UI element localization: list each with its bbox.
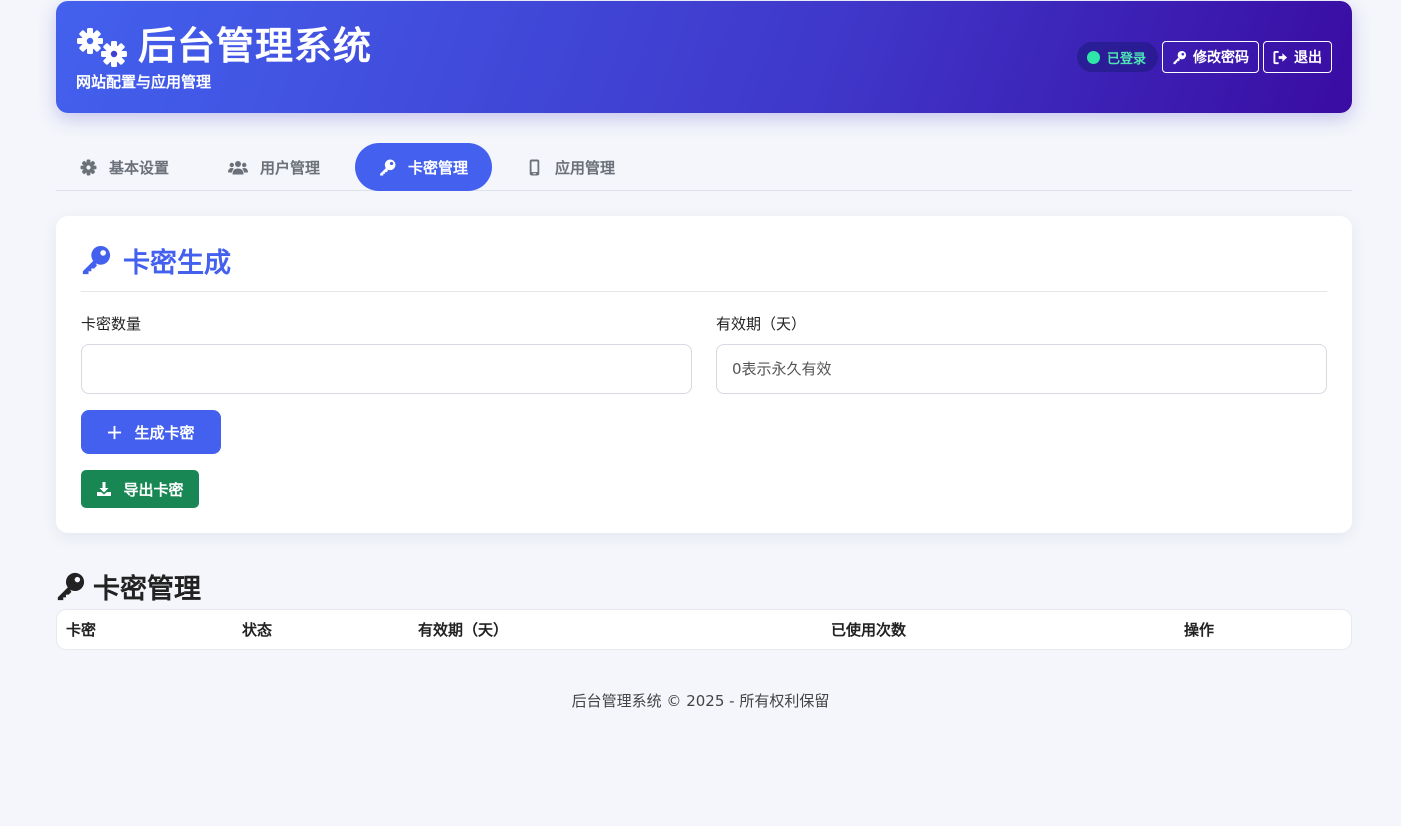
app-title: 后台管理系统 xyxy=(138,24,373,68)
column-header-card-key: 卡密 xyxy=(66,621,97,639)
gears-icon xyxy=(77,28,127,67)
logout-label: 退出 xyxy=(1294,50,1322,66)
column-header-actions: 操作 xyxy=(1184,621,1215,639)
header-actions: 已登录 修改密码 退出 xyxy=(1076,41,1332,73)
key-icon xyxy=(380,159,396,175)
users-icon xyxy=(228,160,248,174)
tab-app-management[interactable]: 应用管理 xyxy=(526,143,615,191)
key-icon xyxy=(82,245,111,275)
key-icon xyxy=(57,572,85,600)
card-keys-table: 卡密 状态 有效期（天） 已使用次数 操作 xyxy=(56,609,1352,650)
panel-title-text: 卡密生成 xyxy=(123,247,231,279)
divider xyxy=(81,291,1327,292)
footer-text: 后台管理系统 © 2025 - 所有权利保留 xyxy=(571,692,830,710)
change-password-button[interactable]: 修改密码 xyxy=(1162,41,1259,73)
generate-card-keys-button[interactable]: 生成卡密 xyxy=(81,410,221,454)
quantity-input[interactable] xyxy=(81,344,692,394)
download-icon xyxy=(97,482,112,496)
column-header-usage-count: 已使用次数 xyxy=(831,621,907,639)
panel-title: 卡密生成 xyxy=(81,240,231,280)
validity-days-input[interactable] xyxy=(716,344,1327,394)
sign-out-icon xyxy=(1273,50,1288,64)
plus-icon xyxy=(108,425,122,439)
tab-card-key-management[interactable]: 卡密管理 xyxy=(355,143,493,191)
tab-label: 基本设置 xyxy=(109,158,170,177)
quantity-label: 卡密数量 xyxy=(81,315,142,333)
mobile-icon xyxy=(529,159,540,175)
login-status-badge: 已登录 xyxy=(1076,42,1158,72)
section-title-text: 卡密管理 xyxy=(93,573,201,605)
login-status-text: 已登录 xyxy=(1106,51,1146,67)
change-password-label: 修改密码 xyxy=(1193,50,1249,66)
export-card-keys-button[interactable]: 导出卡密 xyxy=(81,470,199,508)
key-icon xyxy=(1173,50,1187,64)
validity-label: 有效期（天） xyxy=(716,315,807,333)
app-header: 后台管理系统 网站配置与应用管理 已登录 修改密码 退出 xyxy=(56,1,1352,113)
page: 后台管理系统 网站配置与应用管理 已登录 修改密码 退出 基本设置 用户管理 卡… xyxy=(0,0,1401,826)
card-key-generation-panel: 卡密生成 卡密数量 有效期（天） 生成卡密 导出卡密 xyxy=(56,216,1352,533)
status-dot-icon xyxy=(1086,50,1100,64)
column-header-status: 状态 xyxy=(242,621,273,639)
tab-label: 应用管理 xyxy=(555,158,616,177)
tab-user-management[interactable]: 用户管理 xyxy=(228,143,320,191)
column-header-validity: 有效期（天） xyxy=(418,621,509,639)
app-subtitle: 网站配置与应用管理 xyxy=(76,73,212,91)
tab-basic-settings[interactable]: 基本设置 xyxy=(80,143,169,191)
section-title: 卡密管理 xyxy=(56,566,201,606)
nav-tabs: 基本设置 用户管理 卡密管理 应用管理 xyxy=(56,143,1352,191)
tab-label: 用户管理 xyxy=(260,158,321,177)
export-button-label: 导出卡密 xyxy=(123,481,184,499)
logout-button[interactable]: 退出 xyxy=(1263,41,1332,73)
gear-icon xyxy=(80,159,97,175)
generate-button-label: 生成卡密 xyxy=(134,424,195,442)
tab-label: 卡密管理 xyxy=(408,158,469,177)
